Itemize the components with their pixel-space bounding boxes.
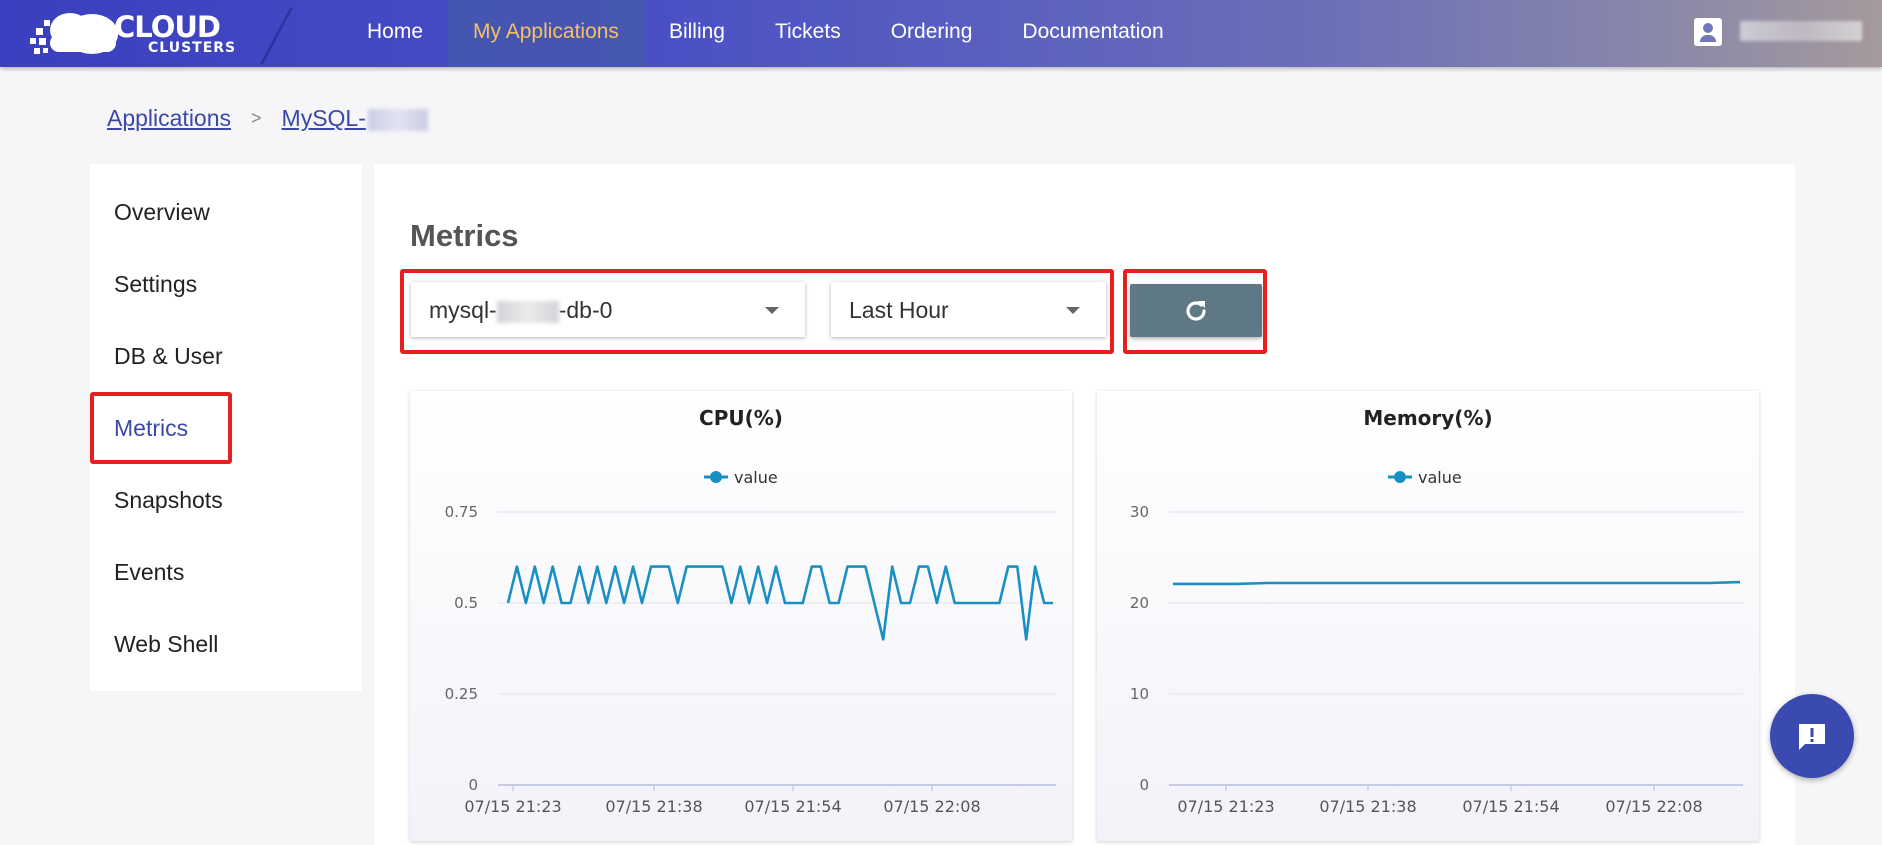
legend-marker: [710, 471, 722, 483]
x-tick-label: 07/15 22:08: [883, 797, 980, 816]
y-tick-label: 0: [1139, 776, 1149, 794]
nav-ordering[interactable]: Ordering: [866, 0, 998, 67]
nav-tickets[interactable]: Tickets: [750, 0, 866, 67]
top-nav: CLOUD CLUSTERS Home My Applications Bill…: [0, 0, 1882, 67]
x-tick-label: 07/15 21:23: [1177, 797, 1274, 816]
memory-chart: Memory(%) value 0 10 20 30 07/15 21:23 07/15…: [1130, 406, 1743, 816]
account-icon[interactable]: [1694, 18, 1722, 46]
page-title: Metrics: [410, 218, 519, 253]
selects-highlight-box: [400, 269, 1114, 354]
breadcrumb-applications[interactable]: Applications: [107, 105, 231, 132]
breadcrumb-current-app[interactable]: MySQL-: [282, 105, 428, 132]
feedback-chat-button[interactable]: [1770, 694, 1854, 778]
chart-title: CPU(%): [699, 406, 783, 430]
nav-menu: Home My Applications Billing Tickets Ord…: [342, 0, 1189, 67]
redacted-app-name: [367, 108, 428, 131]
x-tick-label: 07/15 21:23: [464, 797, 561, 816]
breadcrumb-separator: >: [251, 108, 262, 128]
logo-line1: CLOUD: [114, 10, 221, 44]
refresh-highlight-box: [1123, 269, 1267, 354]
user-name-redacted[interactable]: [1740, 21, 1862, 41]
nav-documentation[interactable]: Documentation: [997, 0, 1188, 67]
x-tick-label: 07/15 21:38: [605, 797, 702, 816]
sidebar-item-web-shell[interactable]: Web Shell: [114, 631, 218, 658]
sidebar-item-events[interactable]: Events: [114, 559, 184, 586]
cpu-chart-card: CPU(%) value 0 0.25 0.5 0.75 07/15 21:23 07/…: [410, 391, 1072, 841]
breadcrumb-current-label: MySQL-: [281, 105, 366, 131]
y-tick-label: 0: [468, 776, 478, 794]
legend-label[interactable]: value: [734, 468, 778, 487]
x-tick-label: 07/15 21:38: [1319, 797, 1416, 816]
metrics-highlight-box: [90, 392, 232, 464]
chart-title: Memory(%): [1363, 406, 1492, 430]
sidebar-item-overview[interactable]: Overview: [114, 199, 210, 226]
nav-divider: [260, 8, 293, 64]
sidebar-item-db-user[interactable]: DB & User: [114, 343, 223, 370]
nav-billing[interactable]: Billing: [644, 0, 750, 67]
x-tick-label: 07/15 21:54: [1462, 797, 1559, 816]
nav-my-applications[interactable]: My Applications: [448, 0, 644, 67]
cpu-chart: CPU(%) value 0 0.25 0.5 0.75 07/15 21:23 07/…: [445, 406, 1056, 816]
memory-chart-card: Memory(%) value 0 10 20 30 07/15 21:23 07/15…: [1097, 391, 1759, 841]
sidebar-item-snapshots[interactable]: Snapshots: [114, 487, 223, 514]
y-tick-label: 30: [1130, 503, 1149, 521]
cloud-clusters-logo[interactable]: CLOUD CLUSTERS: [30, 6, 240, 58]
nav-home[interactable]: Home: [342, 0, 448, 67]
sidebar-item-settings[interactable]: Settings: [114, 271, 197, 298]
y-tick-label: 20: [1130, 594, 1149, 612]
series-line-value: [1173, 580, 1741, 586]
x-tick-label: 07/15 22:08: [1605, 797, 1702, 816]
y-tick-label: 0.5: [454, 594, 478, 612]
y-tick-label: 0.75: [445, 503, 478, 521]
chat-alert-icon: [1799, 724, 1825, 750]
legend-marker: [1394, 471, 1406, 483]
logo-line2: CLUSTERS: [148, 40, 237, 56]
y-tick-label: 10: [1130, 685, 1149, 703]
y-tick-label: 0.25: [445, 685, 478, 703]
x-tick-label: 07/15 21:54: [744, 797, 841, 816]
breadcrumb: Applications > MySQL-: [107, 105, 428, 132]
cloud-logo-icon: [30, 13, 118, 54]
legend-label[interactable]: value: [1418, 468, 1462, 487]
